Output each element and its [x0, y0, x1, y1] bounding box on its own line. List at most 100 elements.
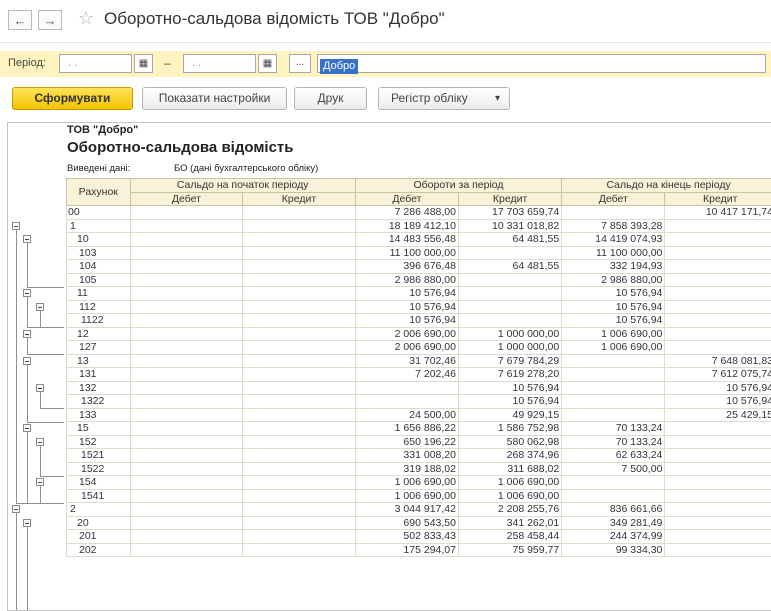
amount-cell[interactable]: 10 576,94 [561, 299, 666, 314]
amount-cell[interactable]: 349 281,49 [561, 515, 666, 530]
amount-cell[interactable] [129, 259, 244, 274]
table-row[interactable]: 1 18 189 412,10 10 331 018,82 7 858 393,28 [66, 218, 771, 233]
account-cell[interactable]: 104 [66, 259, 131, 274]
amount-cell[interactable]: 2 986 880,00 [561, 272, 666, 287]
amount-cell[interactable]: 3 044 917,42 [354, 502, 459, 517]
forward-button[interactable]: → [38, 10, 62, 30]
collapse-group-icon[interactable] [23, 424, 31, 433]
amount-cell[interactable]: 2 986 880,00 [354, 272, 459, 287]
period-from-calendar-icon[interactable]: ▦ [134, 54, 153, 73]
amount-cell[interactable] [242, 205, 356, 220]
account-cell[interactable]: 112 [66, 299, 131, 314]
amount-cell[interactable] [457, 245, 563, 260]
collapse-group-icon[interactable] [36, 383, 44, 392]
print-button[interactable]: Друк [294, 87, 367, 110]
account-cell[interactable]: 1541 [66, 488, 131, 503]
collapse-group-icon[interactable] [36, 478, 44, 487]
amount-cell[interactable]: 175 294,07 [354, 542, 459, 557]
amount-cell[interactable] [242, 475, 356, 490]
table-row[interactable]: 132 10 576,94 10 576,94 [66, 380, 771, 395]
amount-cell[interactable] [129, 448, 244, 463]
account-cell[interactable]: 1322 [66, 394, 131, 409]
table-row[interactable]: 202 175 294,07 75 959,77 99 334,30 [66, 542, 771, 557]
amount-cell[interactable] [561, 353, 666, 368]
amount-cell[interactable] [129, 313, 244, 328]
amount-cell[interactable]: 7 619 278,20 [457, 367, 563, 382]
amount-cell[interactable]: 62 633,24 [561, 448, 666, 463]
amount-cell[interactable]: 396 676,48 [354, 259, 459, 274]
amount-cell[interactable]: 7 858 393,28 [561, 218, 666, 233]
amount-cell[interactable] [242, 394, 356, 409]
amount-cell[interactable] [664, 448, 771, 463]
amount-cell[interactable] [664, 475, 771, 490]
amount-cell[interactable] [354, 394, 459, 409]
back-button[interactable]: ← [8, 10, 32, 30]
amount-cell[interactable] [457, 272, 563, 287]
amount-cell[interactable] [129, 205, 244, 220]
amount-cell[interactable] [242, 299, 356, 314]
amount-cell[interactable] [242, 448, 356, 463]
amount-cell[interactable]: 75 959,77 [457, 542, 563, 557]
amount-cell[interactable] [129, 245, 244, 260]
amount-cell[interactable] [242, 488, 356, 503]
amount-cell[interactable] [664, 542, 771, 557]
account-cell[interactable]: 11 [66, 286, 131, 301]
amount-cell[interactable]: 1 006 690,00 [354, 488, 459, 503]
period-to-input[interactable]: . . [183, 54, 256, 73]
amount-cell[interactable]: 10 576,94 [457, 394, 563, 409]
amount-cell[interactable]: 7 679 784,29 [457, 353, 563, 368]
collapse-group-icon[interactable] [12, 505, 20, 514]
period-from-input[interactable]: . . [59, 54, 132, 73]
account-cell[interactable]: 1 [66, 218, 131, 233]
amount-cell[interactable]: 14 483 556,48 [354, 232, 459, 247]
collapse-group-icon[interactable] [36, 437, 44, 446]
amount-cell[interactable]: 1 000 000,00 [457, 326, 563, 341]
table-row[interactable]: 201 502 833,43 258 458,44 244 374,99 [66, 529, 771, 544]
amount-cell[interactable]: 70 133,24 [561, 434, 666, 449]
table-row[interactable]: 154 1 006 690,00 1 006 690,00 [66, 475, 771, 490]
amount-cell[interactable] [664, 299, 771, 314]
amount-cell[interactable]: 14 419 074,93 [561, 232, 666, 247]
amount-cell[interactable]: 10 417 171,74 [664, 205, 771, 220]
table-row[interactable]: 105 2 986 880,00 2 986 880,00 [66, 272, 771, 287]
amount-cell[interactable] [664, 502, 771, 517]
table-row[interactable]: 1122 10 576,94 10 576,94 [66, 313, 771, 328]
amount-cell[interactable] [561, 380, 666, 395]
favorite-star-icon[interactable]: ☆ [78, 8, 94, 29]
amount-cell[interactable]: 650 196,22 [354, 434, 459, 449]
amount-cell[interactable]: 49 929,15 [457, 407, 563, 422]
collapse-group-icon[interactable] [23, 289, 31, 298]
amount-cell[interactable]: 24 500,00 [354, 407, 459, 422]
amount-cell[interactable] [242, 313, 356, 328]
amount-cell[interactable] [561, 394, 666, 409]
amount-cell[interactable] [242, 515, 356, 530]
account-cell[interactable]: 12 [66, 326, 131, 341]
amount-cell[interactable] [664, 515, 771, 530]
amount-cell[interactable]: 7 612 075,74 [664, 367, 771, 382]
amount-cell[interactable]: 331 008,20 [354, 448, 459, 463]
account-cell[interactable]: 1122 [66, 313, 131, 328]
amount-cell[interactable]: 2 006 690,00 [354, 326, 459, 341]
amount-cell[interactable]: 11 100 000,00 [354, 245, 459, 260]
amount-cell[interactable] [242, 380, 356, 395]
amount-cell[interactable]: 258 458,44 [457, 529, 563, 544]
amount-cell[interactable]: 17 703 659,74 [457, 205, 563, 220]
amount-cell[interactable] [129, 380, 244, 395]
amount-cell[interactable] [664, 286, 771, 301]
amount-cell[interactable]: 244 374,99 [561, 529, 666, 544]
collapse-group-icon[interactable] [23, 518, 31, 527]
table-row[interactable]: 152 650 196,22 580 062,98 70 133,24 [66, 434, 771, 449]
account-cell[interactable]: 201 [66, 529, 131, 544]
amount-cell[interactable] [664, 232, 771, 247]
amount-cell[interactable] [664, 245, 771, 260]
table-row[interactable]: 1322 10 576,94 10 576,94 [66, 394, 771, 409]
amount-cell[interactable]: 1 586 752,98 [457, 421, 563, 436]
amount-cell[interactable] [664, 326, 771, 341]
amount-cell[interactable]: 99 334,30 [561, 542, 666, 557]
amount-cell[interactable] [129, 286, 244, 301]
amount-cell[interactable]: 311 688,02 [457, 461, 563, 476]
register-button[interactable]: Регістр обліку ▾ [378, 87, 510, 110]
amount-cell[interactable]: 10 576,94 [354, 313, 459, 328]
account-cell[interactable]: 00 [66, 205, 131, 220]
amount-cell[interactable]: 1 006 690,00 [457, 488, 563, 503]
